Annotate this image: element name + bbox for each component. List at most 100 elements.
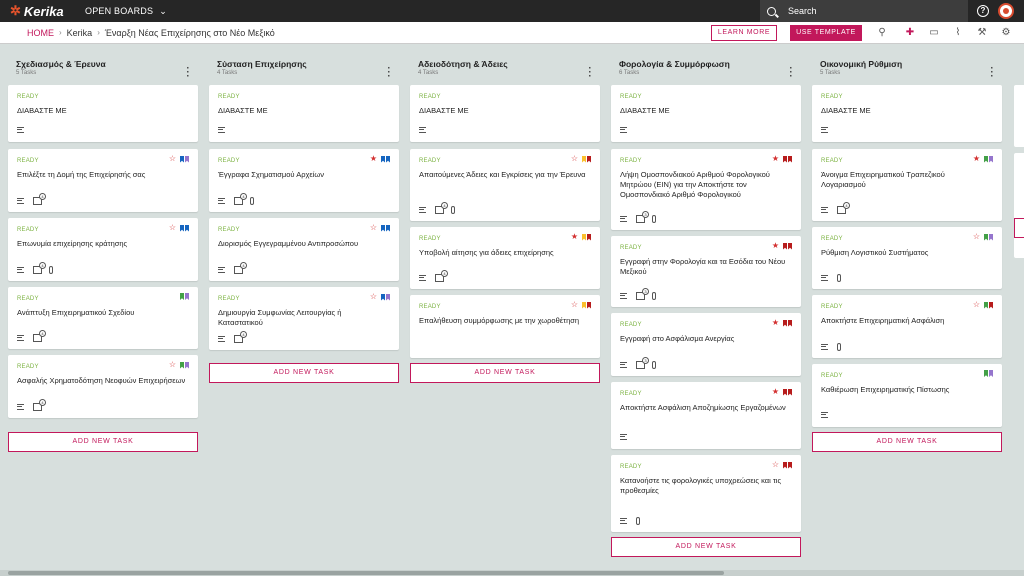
card-title: ΔΙΑΒΑΣΤΕ ΜΕ — [218, 106, 268, 115]
task-card[interactable]: READY ΔΙΑΒΑΣΤΕ ΜΕ — [8, 85, 198, 142]
tag-flag-icon — [984, 155, 988, 163]
task-card[interactable]: READY Ανάπτυξη Επιχειρηματικού Σχεδίου 4 — [8, 287, 198, 349]
star-outline-icon[interactable]: ☆ — [169, 155, 176, 163]
star-outline-icon[interactable]: ☆ — [772, 461, 779, 469]
checklist-count: 3 — [642, 211, 649, 218]
star-filled-icon[interactable]: ★ — [973, 155, 980, 163]
add-new-task-button[interactable]: ADD NEW TASK — [611, 537, 801, 557]
task-card[interactable]: READY ☆ Ρύθμιση Λογιστικού Συστήματος — [812, 227, 1002, 289]
star-outline-icon[interactable]: ☆ — [370, 293, 377, 301]
task-card[interactable]: READY ☆ Ασφαλής Χρηματοδότηση Νεοφυών Επ… — [8, 355, 198, 418]
checklist-count: 4 — [39, 399, 46, 406]
add-new-task-button[interactable]: ADD NEW TASK — [410, 363, 600, 383]
search-icon[interactable]: ⚲ — [876, 27, 888, 39]
horizontal-scrollbar[interactable] — [0, 570, 1024, 576]
tools-icon[interactable]: ⚒ — [976, 27, 988, 39]
task-card[interactable]: READY ★ Εγγραφή στο Ασφάλισμα Ανεργίας 3 — [611, 313, 801, 376]
attachment-icon — [652, 215, 656, 223]
tag-flag-icon — [185, 155, 189, 163]
gear-icon[interactable]: ⚙ — [1000, 27, 1012, 39]
help-icon[interactable]: ? — [977, 5, 989, 17]
add-new-task-button[interactable]: ADD NEW TASK — [812, 432, 1002, 452]
use-template-button[interactable]: USE TEMPLATE — [790, 25, 862, 41]
tag-flag-icon — [386, 224, 390, 232]
add-new-task-button[interactable]: ADD NEW TASK — [209, 363, 399, 383]
task-card[interactable]: READY ★ Υποβολή αίτησης για άδειες επιχε… — [410, 227, 600, 289]
task-card[interactable]: READY ★ Εγγραφή στην Φορολογία και τα Εσ… — [611, 236, 801, 307]
task-card[interactable]: READY ★ Αποκτήστε Ασφάλιση Αποζημίωσης Ε… — [611, 382, 801, 449]
card-icons — [821, 343, 841, 351]
star-filled-icon[interactable]: ★ — [571, 233, 578, 241]
learn-more-button[interactable]: LEARN MORE — [711, 25, 777, 41]
task-card[interactable]: READY ☆ Κατανοήστε τις φορολογικές υποχρ… — [611, 455, 801, 532]
breadcrumb-chevron-icon: › — [59, 28, 62, 37]
column-title[interactable]: Σύσταση Επιχείρησης — [217, 59, 399, 69]
chat-icon[interactable]: ▭ — [928, 27, 940, 39]
description-icon — [17, 335, 24, 341]
checklist-icon: 4 — [234, 331, 247, 343]
tag-flag-icon — [582, 233, 586, 241]
scrollbar-thumb[interactable] — [8, 571, 724, 575]
more-vertical-icon[interactable]: · · · — [588, 64, 592, 82]
star-outline-icon[interactable]: ☆ — [370, 224, 377, 232]
task-card[interactable]: READY ☆ Επωνυμία επιχείρησης κράτησης 4 — [8, 218, 198, 281]
task-card[interactable]: READY ★ Έγγραφα Σχηματισμού Αρχείων 4 — [209, 149, 399, 212]
card-status: READY — [821, 94, 843, 100]
task-card[interactable]: READY ★ Λήψη Ομοσπονδιακού Αριθμού Φορολ… — [611, 149, 801, 230]
star-outline-icon[interactable]: ☆ — [169, 224, 176, 232]
star-filled-icon[interactable]: ★ — [370, 155, 377, 163]
task-card[interactable]: READY Καθιέρωση Επιχειρηματικής Πίστωσης — [812, 364, 1002, 427]
add-person-icon[interactable]: ✚ — [904, 27, 916, 39]
star-filled-icon[interactable]: ★ — [772, 155, 779, 163]
task-card[interactable]: READY ΔΙΑΒΑΣΤΕ ΜΕ — [410, 85, 600, 142]
tag-flag-icon — [381, 224, 385, 232]
card-icons: 3 — [620, 211, 656, 223]
column-title[interactable]: Οικονομική Ρύθμιση — [820, 59, 1002, 69]
card-status: READY — [620, 94, 642, 100]
attachment-icon[interactable]: ⌇ — [952, 27, 964, 39]
task-card[interactable]: READY ☆ Επαλήθευση συμμόρφωσης με την χω… — [410, 295, 600, 358]
description-icon — [218, 267, 225, 273]
task-card[interactable]: READY ☆ Απαιτούμενες Άδειες και Εγκρίσει… — [410, 149, 600, 221]
attachment-icon — [49, 266, 53, 274]
add-new-task-button[interactable]: ADD NEW TASK — [8, 432, 198, 452]
more-vertical-icon[interactable]: · · · — [186, 64, 190, 82]
task-card[interactable]: READY ☆ Επιλέξτε τη Δομή της Επιχείρησής… — [8, 149, 198, 212]
breadcrumb-home[interactable]: HOME — [27, 28, 54, 38]
task-card[interactable]: READY ΔΙΑΒΑΣΤΕ ΜΕ — [812, 85, 1002, 142]
card-title: Λήψη Ομοσπονδιακού Αριθμού Φορολογικού Μ… — [620, 170, 770, 199]
more-vertical-icon[interactable]: · · · — [990, 64, 994, 82]
star-outline-icon[interactable]: ☆ — [169, 361, 176, 369]
open-boards-menu[interactable]: OPEN BOARDS ⌄ — [85, 6, 167, 17]
star-outline-icon[interactable]: ☆ — [973, 301, 980, 309]
task-card[interactable]: READY ★ Άνοιγμα Επιχειρηματικού Τραπεζικ… — [812, 149, 1002, 221]
card-status: READY — [620, 322, 642, 328]
star-filled-icon[interactable]: ★ — [772, 242, 779, 250]
star-outline-icon[interactable]: ☆ — [973, 233, 980, 241]
breadcrumb-org[interactable]: Kerika — [67, 28, 93, 38]
more-vertical-icon[interactable]: · · · — [789, 64, 793, 82]
checklist-icon: 4 — [33, 262, 46, 274]
card-title: Καθιέρωση Επιχειρηματικής Πίστωσης — [821, 385, 950, 394]
search-box[interactable]: Search — [760, 0, 968, 22]
column-title[interactable]: Αδειοδότηση & Άδειες — [418, 59, 600, 69]
avatar[interactable] — [998, 3, 1014, 19]
more-vertical-icon[interactable]: · · · — [387, 64, 391, 82]
star-filled-icon[interactable]: ★ — [772, 319, 779, 327]
card-status: READY — [620, 464, 642, 470]
star-filled-icon[interactable]: ★ — [772, 388, 779, 396]
card-icons: 3 — [620, 357, 656, 369]
tag-flag-icon — [386, 155, 390, 163]
star-outline-icon[interactable]: ☆ — [571, 301, 578, 309]
star-outline-icon[interactable]: ☆ — [571, 155, 578, 163]
task-card[interactable]: READY ΔΙΑΒΑΣΤΕ ΜΕ — [209, 85, 399, 142]
task-card[interactable]: READY ☆ Δημιουργία Συμφωνίας Λειτουργίας… — [209, 287, 399, 350]
column-header: Αδειοδότηση & Άδειες 4 Tasks · · · — [410, 59, 600, 87]
task-card[interactable]: READY ☆ Αποκτήστε Επιχειρηματική Ασφάλισ… — [812, 295, 1002, 358]
column-title[interactable]: Φορολογία & Συμμόρφωση — [619, 59, 801, 69]
task-card[interactable]: READY ΔΙΑΒΑΣΤΕ ΜΕ — [611, 85, 801, 142]
task-card[interactable]: READY ☆ Διορισμός Εγγεγραμμένου Αντιπροσ… — [209, 218, 399, 281]
tag-flag-icon — [788, 155, 792, 163]
column-title[interactable]: Σχεδιασμός & Έρευνα — [16, 59, 198, 69]
kerika-logo[interactable]: ✲ Kerika — [10, 3, 70, 19]
